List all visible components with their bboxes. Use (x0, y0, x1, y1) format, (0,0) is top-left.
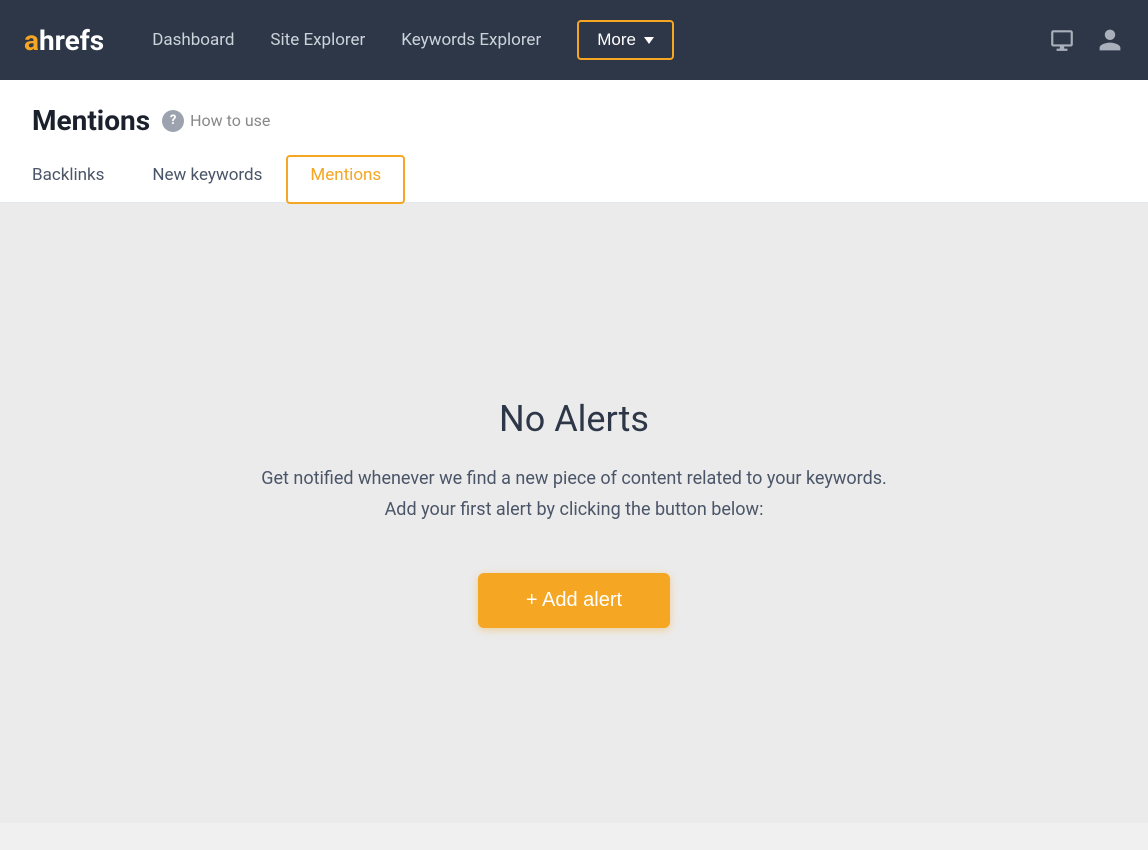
tab-mentions[interactable]: Mentions (286, 155, 405, 204)
header-section: Mentions ? How to use Backlinks New keyw… (0, 80, 1148, 203)
how-to-use-link[interactable]: ? How to use (162, 110, 270, 132)
monitor-icon[interactable] (1048, 26, 1076, 54)
no-alerts-title: No Alerts (499, 398, 649, 440)
question-icon: ? (162, 110, 184, 132)
tab-new-keywords[interactable]: New keywords (128, 155, 286, 202)
navbar: ahrefs Dashboard Site Explorer Keywords … (0, 0, 1148, 80)
page-title-row: Mentions ? How to use (32, 104, 1116, 137)
logo: ahrefs (24, 24, 104, 57)
logo-rest: hrefs (39, 24, 104, 57)
nav-dashboard[interactable]: Dashboard (152, 30, 234, 50)
tab-backlinks[interactable]: Backlinks (32, 155, 128, 202)
nav-links: Dashboard Site Explorer Keywords Explore… (152, 20, 1016, 60)
nav-keywords-explorer[interactable]: Keywords Explorer (401, 30, 541, 50)
more-button[interactable]: More (577, 20, 674, 60)
add-alert-button[interactable]: + Add alert (478, 573, 670, 628)
logo-a-letter: a (24, 24, 39, 57)
no-alerts-line2: Add your first alert by clicking the but… (385, 499, 764, 520)
page-title: Mentions (32, 104, 150, 137)
no-alerts-description: Get notified whenever we find a new piec… (261, 464, 887, 525)
nav-right-icons (1048, 26, 1124, 54)
chevron-down-icon (644, 37, 654, 44)
no-alerts-line1: Get notified whenever we find a new piec… (261, 468, 887, 489)
tabs-row: Backlinks New keywords Mentions (32, 155, 1116, 202)
main-content: No Alerts Get notified whenever we find … (0, 203, 1148, 823)
nav-site-explorer[interactable]: Site Explorer (270, 30, 365, 50)
user-icon[interactable] (1096, 26, 1124, 54)
how-to-use-label: How to use (190, 111, 270, 130)
logo-text: ahrefs (24, 24, 104, 57)
more-label: More (597, 30, 636, 50)
